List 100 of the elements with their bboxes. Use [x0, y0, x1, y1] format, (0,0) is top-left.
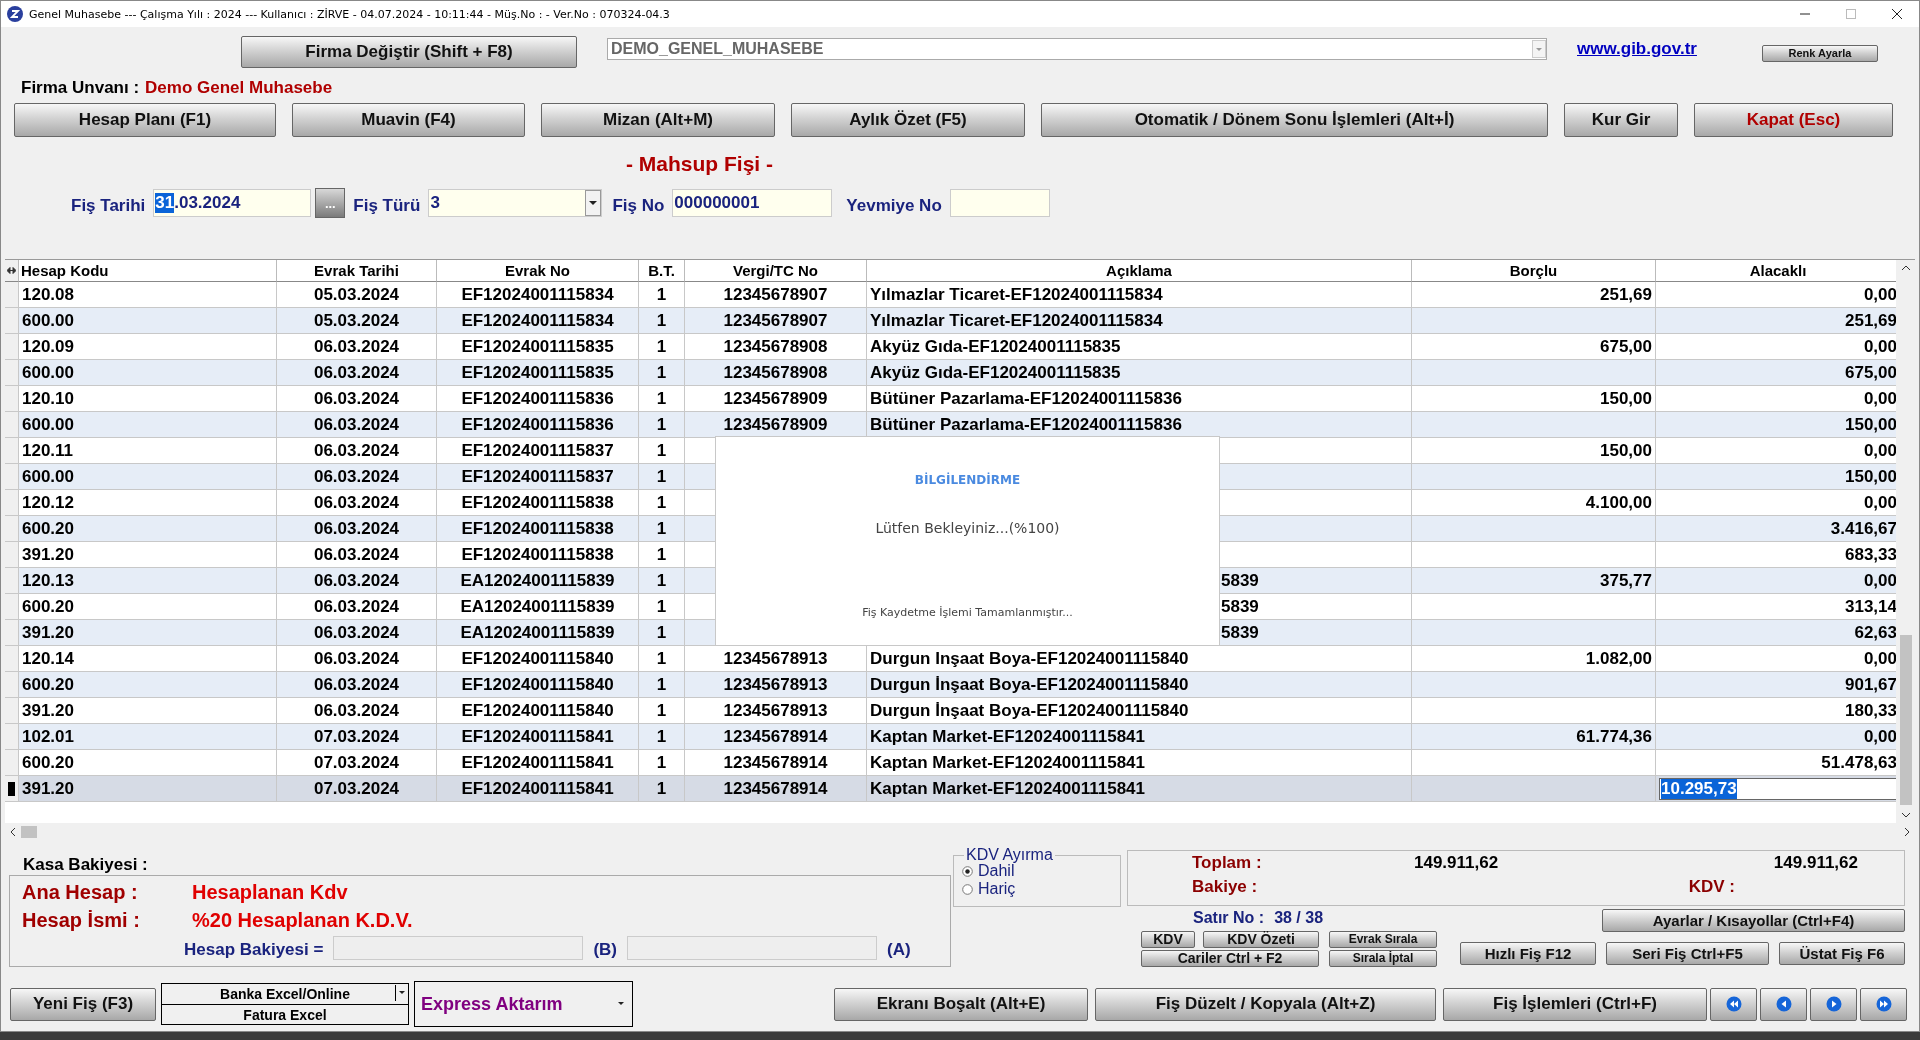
field-label: Yevmiye No [846, 196, 942, 216]
voucher-type-button[interactable]: Seri Fiş Ctrl+F5 [1606, 942, 1769, 965]
input-field[interactable] [949, 189, 1050, 217]
nav-prev-button[interactable] [1760, 987, 1807, 1021]
menu-button[interactable]: Muavin (F4) [292, 103, 525, 137]
website-link[interactable]: www.gib.gov.tr [1577, 39, 1697, 59]
column-header[interactable]: Evrak No [437, 260, 639, 282]
main-account-label: Ana Hesap : [22, 880, 139, 904]
account-name-value: %20 Hesaplanan K.D.V. [192, 908, 413, 932]
menu-button[interactable]: Otomatik / Dönem Sonu İşlemleri (Alt+İ) [1041, 103, 1548, 137]
total-credit: 149.911,62 [1773, 853, 1859, 873]
table-row[interactable]: 120.10 06.03.2024 EF12024001115836 1 12345678909 Bütüner Pazarlama-EF12024001115836 150,00 0,00 [5, 386, 1897, 412]
balance-field[interactable] [627, 936, 877, 960]
resize-icon [7, 267, 16, 274]
nav-next-button[interactable] [1810, 987, 1857, 1021]
balance-field[interactable] [333, 936, 584, 960]
column-header[interactable]: Vergi/TC No [685, 260, 867, 282]
table-row[interactable]: 600.00 05.03.2024 EF12024001115834 1 12345678907 Yılmazlar Ticaret-EF12024001115834 251,69 [5, 308, 1897, 334]
row-number-value: 38 / 38 [1274, 909, 1324, 928]
company-name: Demo Genel Muhasebe [145, 78, 333, 98]
small-button[interactable]: KDV Özeti [1203, 931, 1319, 948]
column-header[interactable]: Borçlu [1412, 260, 1656, 282]
small-button[interactable]: KDV [1141, 931, 1195, 948]
type-dropdown[interactable]: 3 [428, 189, 603, 217]
dialog-message: Lütfen Bekleyiniz...(%100) [874, 520, 1061, 536]
table-row[interactable]: 600.00 06.03.2024 EF12024001115835 1 12345678908 Akyüz Gıda-EF12024001115835 675,00 [5, 360, 1897, 386]
table-row[interactable]: 600.20 06.03.2024 EF12024001115840 1 12345678913 Durgun İnşaat Boya-EF12024001115840 901,67 [5, 672, 1897, 698]
small-button[interactable]: Sırala İptal [1329, 950, 1437, 967]
column-header[interactable]: B.T. [639, 260, 685, 282]
window-title: Genel Muhasebe --- Çalışma Yılı : 2024 --- Kullanıcı : ZİRVE - 04.07.2024 - 10:11:44 - Müş.No : - Ver.No : 070324-04.3 [29, 7, 670, 21]
balance-suffix: (B) [593, 940, 617, 960]
number-field[interactable]: 000000001 [672, 189, 833, 217]
scroll-down-icon[interactable] [1900, 811, 1911, 819]
date-field[interactable]: 31.03.2024 [153, 189, 312, 217]
action-button[interactable]: Ekranı Boşalt (Alt+E) [834, 987, 1088, 1021]
settings-button[interactable]: Ayarlar / Kısayollar (Ctrl+F4) [1602, 909, 1905, 932]
cell-editor[interactable]: 10.295,73 [1659, 777, 1897, 800]
voucher-type-button[interactable]: Hızlı Fiş F12 [1460, 942, 1596, 965]
nav-first-button[interactable] [1710, 987, 1757, 1021]
form-title: - Mahsup Fişi - [626, 152, 774, 177]
table-row[interactable]: 391.20 07.03.2024 EF12024001115841 1 12345678914 Kaptan Market-EF12024001115841 10.295,73 [5, 776, 1897, 802]
menu-button[interactable]: Kapat (Esc) [1694, 103, 1893, 137]
scroll-left-icon[interactable] [9, 827, 17, 837]
menu-button[interactable]: Aylık Özet (F5) [791, 103, 1025, 137]
table-row[interactable]: 120.14 06.03.2024 EF12024001115840 1 12345678913 Durgun Inşaat Boya-EF12024001115840 1.082,00 0,00 [5, 646, 1897, 672]
color-settings-button[interactable]: Renk Ayarla [1761, 44, 1878, 62]
table-cell: 12345678914 [685, 776, 867, 802]
account-name-label: Hesap İsmi : [22, 908, 141, 932]
balance-label: Bakiye : [1192, 877, 1258, 897]
radio-button[interactable] [962, 883, 973, 895]
table-row[interactable]: 102.01 07.03.2024 EF12024001115841 1 12345678914 Kaptan Market-EF12024001115841 61.774,36 0,00 [5, 724, 1897, 750]
scroll-thumb[interactable] [21, 826, 37, 838]
total-label: Toplam : [1192, 853, 1262, 873]
table-cell: 07.03.2024 [277, 776, 437, 802]
column-header[interactable]: Açıklama [867, 260, 1412, 282]
table-cell: Kaptan Market-EF12024001115841 [867, 776, 1412, 802]
maximize-icon [1845, 8, 1857, 20]
table-row[interactable]: 120.09 06.03.2024 EF12024001115835 1 12345678908 Akyüz Gıda-EF12024001115835 675,00 0,00 [5, 334, 1897, 360]
current-row-marker [8, 781, 15, 796]
new-voucher-button[interactable]: Yeni Fiş (F3) [10, 987, 156, 1021]
nav-last-button[interactable] [1860, 987, 1907, 1021]
scroll-right-icon[interactable] [1903, 827, 1911, 837]
menu-button[interactable]: Hesap Planı (F1) [14, 103, 276, 137]
total-debit: 149.911,62 [1414, 853, 1500, 873]
row-header[interactable] [5, 776, 19, 802]
import-dropdown[interactable]: Banka Excel/Online Fatura Excel [161, 983, 409, 1025]
radio-label[interactable]: Hariç [978, 880, 1016, 898]
change-company-button[interactable]: Firma Değiştir (Shift + F8) [241, 36, 577, 68]
column-header[interactable]: Evrak Tarihi [277, 260, 437, 282]
database-dropdown[interactable]: DEMO_GENEL_MUHASEBE [607, 38, 1547, 60]
menu-button[interactable]: Kur Gir [1564, 103, 1678, 137]
cash-balance-label: Kasa Bakiyesi : [22, 855, 149, 875]
main-account-value: Hesaplanan Kdv [192, 880, 348, 904]
table-row[interactable]: 600.20 07.03.2024 EF12024001115841 1 12345678914 Kaptan Market-EF12024001115841 51.478,63 [5, 750, 1897, 776]
row-number-label: Satır No : [1193, 909, 1265, 928]
dropdown-arrow-icon [616, 1000, 626, 1008]
radio-button[interactable] [962, 865, 973, 877]
column-header[interactable]: Hesap Kodu [19, 260, 277, 282]
scroll-thumb[interactable] [1899, 635, 1912, 805]
voucher-type-button[interactable]: Üstat Fiş F6 [1779, 942, 1905, 965]
field-label: Fiş Tarihi [71, 196, 146, 216]
table-row[interactable]: 391.20 06.03.2024 EF12024001115840 1 12345678913 Durgun İnşaat Boya-EF12024001115840 180,33 [5, 698, 1897, 724]
group-title: KDV Ayırma [964, 846, 1055, 864]
close-icon[interactable] [1891, 8, 1903, 20]
action-button[interactable]: Fiş Düzelt / Kopyala (Alt+Z) [1095, 987, 1436, 1021]
balance-suffix: (A) [887, 940, 911, 960]
small-button[interactable]: Cariler Ctrl + F2 [1141, 950, 1319, 967]
table-cell: 391.20 [19, 776, 277, 802]
express-transfer-dropdown[interactable]: Express Aktarım [414, 981, 633, 1027]
vat-label: KDV : [1688, 877, 1736, 897]
field-label: Fiş No [612, 196, 665, 216]
action-button[interactable]: Fiş İşlemleri (Ctrl+F) [1443, 987, 1707, 1021]
scroll-up-icon[interactable] [1900, 264, 1911, 272]
radio-label[interactable]: Dahil [978, 862, 1015, 880]
dialog-title: BİLGİLENDİRME [913, 473, 1022, 487]
table-row[interactable]: 600.00 06.03.2024 EF12024001115836 1 12345678909 Bütüner Pazarlama-EF12024001115836 150,00 [5, 412, 1897, 438]
table-row[interactable]: 120.08 05.03.2024 EF12024001115834 1 12345678907 Yılmazlar Ticaret-EF12024001115834 251,69 0,00 [5, 282, 1897, 308]
account-balance-label: Hesap Bakiyesi = [184, 940, 324, 960]
small-button[interactable]: Evrak Sırala [1329, 931, 1437, 948]
menu-button[interactable]: Mizan (Alt+M) [541, 103, 775, 137]
